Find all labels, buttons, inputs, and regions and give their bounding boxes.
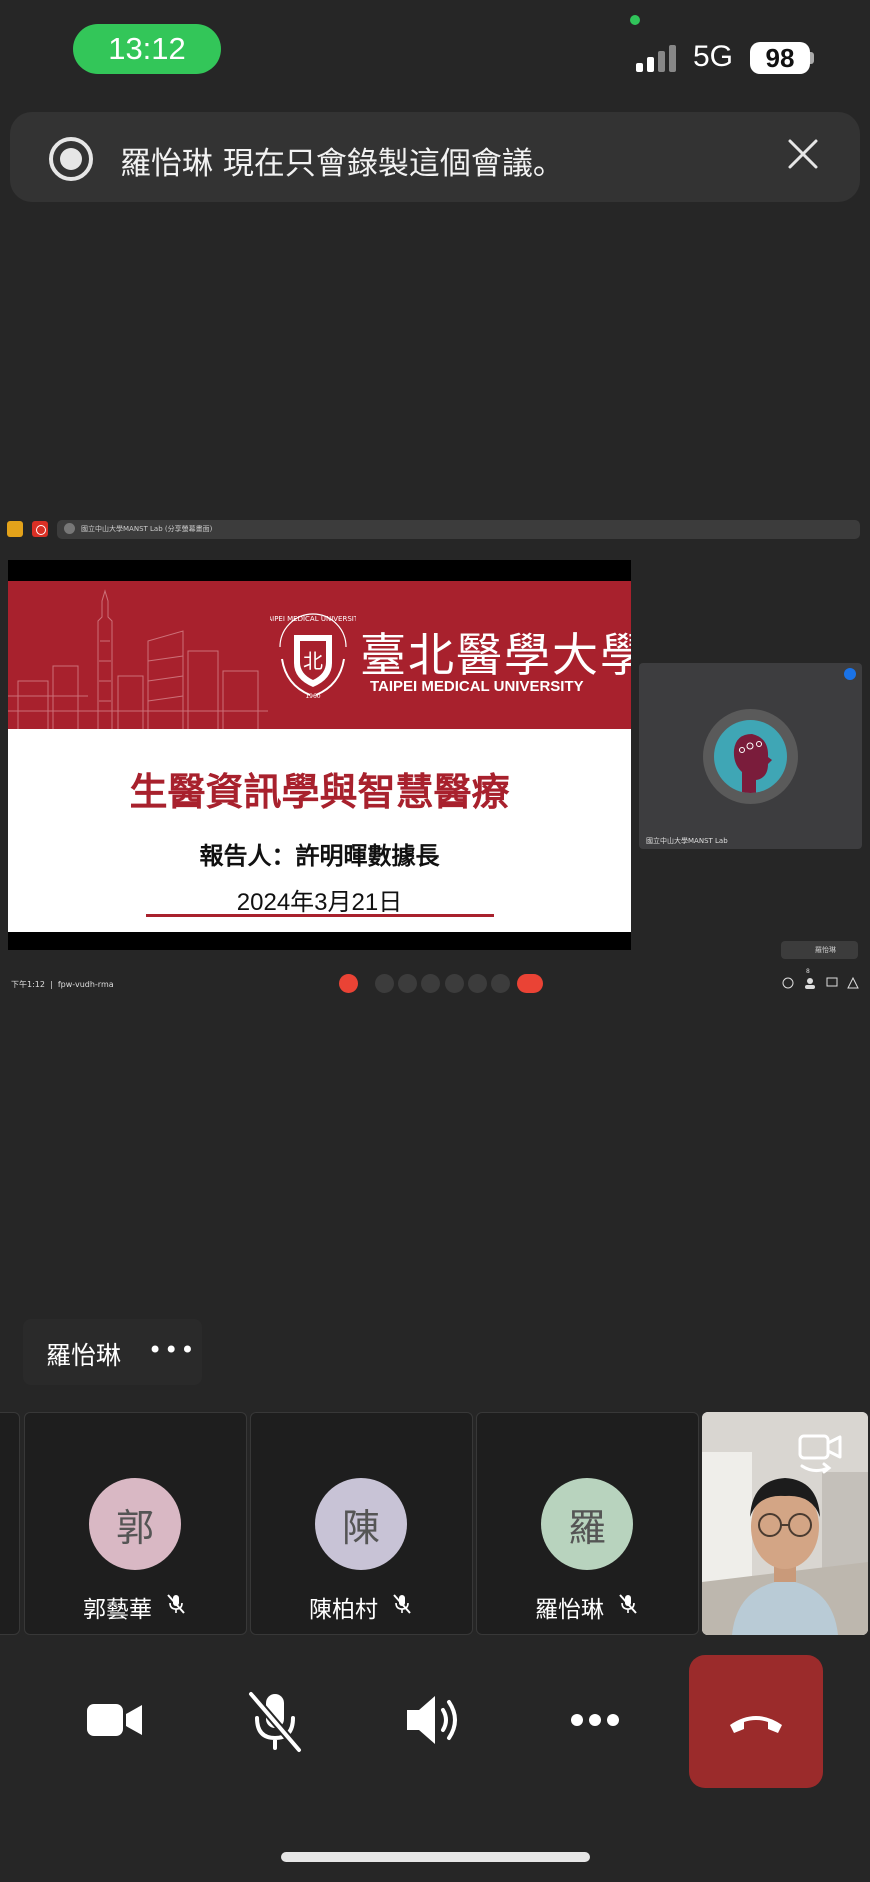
battery-tip-icon [810,52,814,64]
switch-camera-icon[interactable] [796,1432,844,1476]
active-speaker-name: 羅怡琳 [46,1341,122,1370]
video-camera-icon[interactable] [74,1680,154,1760]
meet-info-icon [782,977,794,989]
battery-level: 98 [750,42,810,74]
mic-muted-icon[interactable] [235,1680,315,1760]
home-indicator[interactable] [281,1852,590,1862]
crest-text: TAIPEI MEDICAL UNIVERSITY [270,615,356,623]
speaker-icon[interactable] [395,1680,475,1760]
meet-camera-icon [375,974,394,993]
shared-self-mini-label: 羅怡琳 [815,946,836,954]
university-name-zh: 臺北醫學大學 [360,628,631,682]
taipei-skyline-image [8,589,268,729]
meet-captions-icon [398,974,417,993]
participant-avatar: 陳 [315,1478,407,1570]
svg-text:北: 北 [303,649,323,673]
tab-avatar-icon [64,523,75,534]
slide-date: 2024年3月21日 [236,889,403,916]
mic-muted-icon [619,1594,637,1614]
camera-in-use-indicator [630,15,640,25]
meeting-code: fpw-vudh-rma [57,980,114,989]
shared-tab-title: 國立中山大學MANST Lab (分享螢幕畫面) [57,520,860,539]
meet-people-icon [805,978,815,989]
crest-year: 1960 [305,693,320,699]
status-time: 13:12 [73,24,221,74]
signal-strength-icon [636,44,680,72]
meet-mic-icon [339,974,358,993]
participant-tile-partial[interactable] [0,1412,20,1635]
meet-chat-icon [826,977,838,987]
network-type: 5G [693,40,734,73]
close-icon[interactable] [787,138,819,170]
slide-presenter: 報告人：許明暉數據長 [199,842,440,870]
speaking-indicator-icon [844,668,856,680]
meeting-time: 下午1:12 [11,980,45,989]
recording-banner-text: 羅怡琳 現在只會錄製這個會議。 [120,146,564,182]
meet-activities-icon [847,976,859,989]
recording-icon [49,137,93,181]
mic-muted-icon [167,1594,185,1614]
meeting-info: 下午1:12 | fpw-vudh-rma [11,980,114,989]
mic-muted-icon [393,1594,411,1614]
participant-name: 陳柏村 [309,1597,378,1623]
participant-avatar: 郭 [89,1478,181,1570]
shared-record-icon [32,521,48,537]
meet-hand-icon [468,974,487,993]
end-call-icon [730,1715,782,1733]
more-icon[interactable] [555,1680,635,1760]
participant-name: 羅怡琳 [535,1597,604,1623]
university-name-en: TAIPEI MEDICAL UNIVERSITY [370,678,584,695]
more-options-icon[interactable]: ••• [148,1336,196,1364]
participant-avatar: 羅 [541,1478,633,1570]
slide-divider [146,914,494,917]
meet-emoji-icon [421,974,440,993]
meet-more-icon [491,974,510,993]
participant-name: 郭藝華 [83,1597,152,1623]
meet-end-icon [517,974,543,993]
participant-count: 8 [806,968,810,975]
slide-title: 生醫資訊學與智慧醫療 [129,770,510,814]
presentation-slide: TAIPEI MEDICAL UNIVERSITY 北 1960 臺北醫學大學 … [8,581,631,932]
lab-logo-avatar [714,720,787,793]
meet-present-icon [445,974,464,993]
end-call-button[interactable] [689,1655,823,1788]
shared-app-icon [7,521,23,537]
tmu-crest-logo: TAIPEI MEDICAL UNIVERSITY 北 1960 [270,613,356,699]
shared-tile-name: 國立中山大學MANST Lab [646,837,728,845]
